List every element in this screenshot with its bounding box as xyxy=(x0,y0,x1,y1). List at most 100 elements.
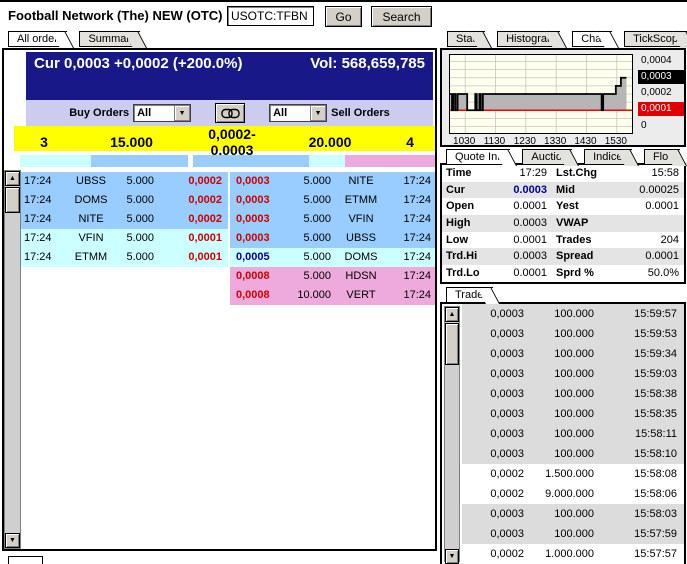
order-price: 0,0001 xyxy=(168,229,228,248)
quote-label: Mid xyxy=(552,182,618,199)
depth-segment xyxy=(20,155,91,167)
tab-auction[interactable]: Auction xyxy=(522,149,572,165)
tab-summary[interactable]: Summary xyxy=(79,31,139,47)
quote-label: Spread xyxy=(552,248,618,265)
quote-value: 204 xyxy=(618,232,684,249)
quote-value: 0.0003 xyxy=(498,182,552,199)
sell-order-row[interactable]: 0,00055.000DOMS17:24 xyxy=(230,248,435,267)
sell-order-row[interactable]: 0,000810.000VERT17:24 xyxy=(230,286,435,305)
depth-segment xyxy=(91,155,188,167)
order-size: 5.000 xyxy=(290,210,333,229)
trade-time: 15:58:11 xyxy=(594,424,684,444)
quote-value: 0.0003 xyxy=(498,215,552,232)
market-maker: HDSN xyxy=(333,267,389,286)
tab-chart[interactable]: Chart xyxy=(572,31,612,47)
scrollbar-thumb[interactable] xyxy=(5,187,20,213)
quote-label: Cur xyxy=(442,182,498,199)
quote-value: 0.0003 xyxy=(498,248,552,265)
buy-order-row[interactable]: 17:24ETMM5.0000,0001 xyxy=(20,248,228,267)
sell-order-row[interactable]: 0,00085.000HDSN17:24 xyxy=(230,267,435,286)
price-chart-svg xyxy=(450,55,632,133)
trade-row[interactable]: 0,0003100.00015:59:03 xyxy=(462,364,684,384)
tab-all-orders[interactable]: All orders xyxy=(8,31,67,47)
trade-price: 0,0003 xyxy=(462,324,524,344)
x-axis-label: 1530 xyxy=(603,136,629,147)
tab-histogram[interactable]: Histogram xyxy=(497,31,560,47)
trade-row[interactable]: 0,00029.000.00015:58:06 xyxy=(462,484,684,504)
trade-time: 15:58:06 xyxy=(594,484,684,504)
link-filters-button[interactable] xyxy=(215,103,245,123)
scroll-up-icon[interactable]: ▲ xyxy=(445,307,459,322)
trade-row[interactable]: 0,0003100.00015:58:35 xyxy=(462,404,684,424)
quote-value: 0.0001 xyxy=(498,198,552,215)
market-maker: UBSS xyxy=(333,229,389,248)
quote-row: High0.0003VWAP xyxy=(442,215,684,232)
trade-row[interactable]: 0,0003100.00015:58:38 xyxy=(462,384,684,404)
quote-label: Trd.Lo xyxy=(442,265,498,282)
trade-row[interactable]: 0,0003100.00015:58:03 xyxy=(462,504,684,524)
trades-tab-row: Trades xyxy=(446,287,505,303)
tab-quote-info[interactable]: Quote Info xyxy=(446,149,510,165)
trade-row[interactable]: 0,00021.000.00015:57:57 xyxy=(462,544,684,564)
buy-order-row[interactable]: 17:24NITE5.0000,0002 xyxy=(20,210,228,229)
buy-order-list: 17:24UBSS5.0000,000217:24DOMS5.0000,0002… xyxy=(20,172,228,267)
trades-list: 0,0003100.00015:59:570,0003100.00015:59:… xyxy=(462,304,684,564)
scroll-up-icon[interactable]: ▲ xyxy=(5,171,20,186)
buy-order-row[interactable]: 17:24UBSS5.0000,0002 xyxy=(20,172,228,191)
scroll-down-icon[interactable]: ▼ xyxy=(445,549,459,564)
sell-order-row[interactable]: 0,00035.000NITE17:24 xyxy=(230,172,435,191)
trade-time: 15:57:59 xyxy=(594,524,684,544)
order-size: 5.000 xyxy=(290,229,333,248)
chart-widget: 0,00040,00030,00020,00010 10301130123013… xyxy=(440,48,686,147)
bid-ask-range: 0,0002-0,0003 xyxy=(189,126,275,158)
trade-price: 0,0003 xyxy=(462,364,524,384)
chevron-down-icon[interactable]: ▼ xyxy=(174,105,190,121)
sell-order-row[interactable]: 0,00035.000ETMM17:24 xyxy=(230,191,435,210)
trade-price: 0,0003 xyxy=(462,384,524,404)
trade-size: 100.000 xyxy=(524,324,594,344)
go-button[interactable]: Go xyxy=(325,6,362,27)
tab-flow[interactable]: Flow xyxy=(644,149,680,165)
tab-stats[interactable]: Stats xyxy=(447,31,485,47)
analysis-tabs: Stats Histogram Chart TickScope xyxy=(447,31,687,47)
trade-row[interactable]: 0,0003100.00015:57:59 xyxy=(462,524,684,544)
sell-filter-select[interactable]: All ▼ xyxy=(269,104,327,122)
trade-size: 100.000 xyxy=(524,524,594,544)
scroll-down-icon[interactable]: ▼ xyxy=(5,533,20,548)
depth-segment xyxy=(193,155,309,167)
trade-size: 100.000 xyxy=(524,364,594,384)
trade-row[interactable]: 0,00021.500.00015:58:08 xyxy=(462,464,684,484)
order-time: 17:24 xyxy=(389,248,435,267)
trade-row[interactable]: 0,0003100.00015:59:34 xyxy=(462,344,684,364)
trade-size: 1.500.000 xyxy=(524,464,594,484)
search-button[interactable]: Search xyxy=(371,6,432,27)
chevron-down-icon[interactable]: ▼ xyxy=(310,105,326,121)
order-time: 17:24 xyxy=(20,191,62,210)
order-size: 5.000 xyxy=(290,172,333,191)
trade-row[interactable]: 0,0003100.00015:59:53 xyxy=(462,324,684,344)
buy-order-row[interactable]: 17:24VFIN5.0000,0001 xyxy=(20,229,228,248)
trades-scrollbar[interactable]: ▲ ▼ xyxy=(444,306,460,562)
chart-plot-area xyxy=(449,54,633,134)
quote-label: Low xyxy=(442,232,498,249)
tab-indices[interactable]: Indices xyxy=(584,149,632,165)
order-time: 17:24 xyxy=(389,229,435,248)
depth-segment xyxy=(345,155,435,167)
tab-trades[interactable]: Trades xyxy=(446,287,493,303)
order-price: 0,0002 xyxy=(168,172,228,191)
tab-tickscope[interactable]: TickScope xyxy=(624,31,687,47)
orderbook-scrollbar[interactable]: ▲ ▼ xyxy=(4,170,21,549)
sell-order-row[interactable]: 0,00035.000VFIN17:24 xyxy=(230,210,435,229)
bid-count: 3 xyxy=(14,134,74,150)
buy-order-row[interactable]: 17:24DOMS5.0000,0002 xyxy=(20,191,228,210)
trade-time: 15:58:03 xyxy=(594,504,684,524)
trade-row[interactable]: 0,0003100.00015:58:10 xyxy=(462,444,684,464)
trade-price: 0,0003 xyxy=(462,304,524,324)
buy-filter-select[interactable]: All ▼ xyxy=(133,104,191,122)
trade-row[interactable]: 0,0003100.00015:58:11 xyxy=(462,424,684,444)
sell-order-row[interactable]: 0,00035.000UBSS17:24 xyxy=(230,229,435,248)
symbol-input[interactable] xyxy=(227,6,314,26)
scrollbar-thumb[interactable] xyxy=(445,323,459,365)
trade-row[interactable]: 0,0003100.00015:59:57 xyxy=(462,304,684,324)
sell-order-list: 0,00035.000NITE17:240,00035.000ETMM17:24… xyxy=(230,172,435,305)
